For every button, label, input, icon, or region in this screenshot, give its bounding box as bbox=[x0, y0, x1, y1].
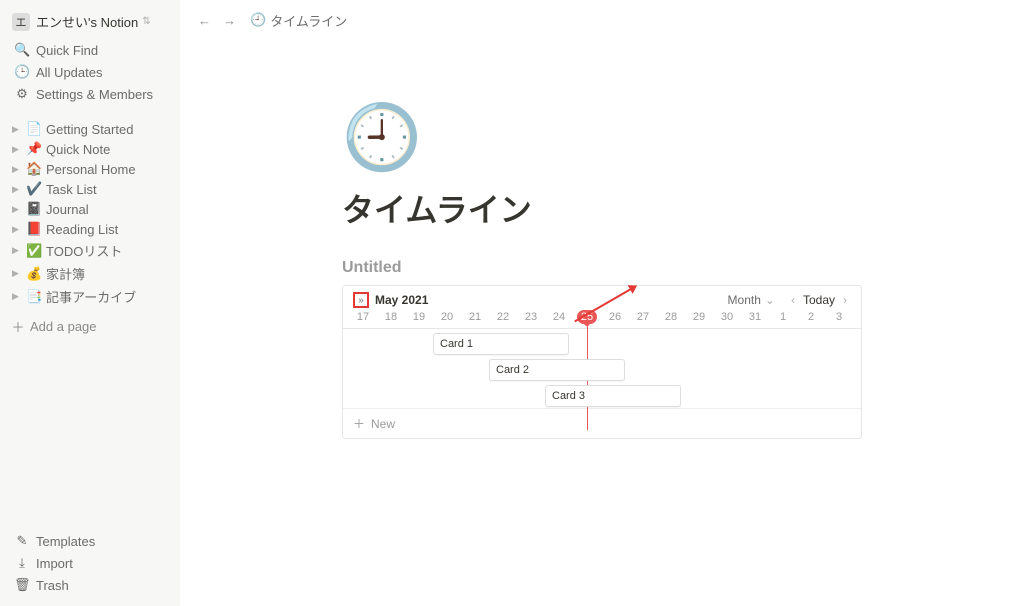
timeline-day: 31 bbox=[741, 310, 769, 324]
timeline-day: 28 bbox=[657, 310, 685, 324]
disclosure-triangle-icon[interactable]: ▶ bbox=[12, 268, 24, 279]
sidebar-page-item[interactable]: ▶🏠 Personal Home bbox=[4, 159, 176, 179]
database-title[interactable]: Untitled bbox=[342, 259, 862, 277]
page-label: Getting Started bbox=[46, 122, 133, 137]
gear-icon: ⚙ bbox=[14, 86, 30, 102]
sidebar-page-item[interactable]: ▶✅TODOリスト bbox=[4, 239, 176, 262]
timeline-card[interactable]: Card 1 bbox=[433, 333, 569, 355]
timeline-day: 26 bbox=[601, 310, 629, 324]
page-label: Quick Note bbox=[46, 142, 110, 157]
timeline-card[interactable]: Card 3 bbox=[545, 385, 681, 407]
sidebar: エ エンせい's Notion ⇅ 🔍 Quick Find 🕒 All Upd… bbox=[0, 0, 180, 606]
timeline-day: 19 bbox=[405, 310, 433, 324]
timeline-day: 17 bbox=[349, 310, 377, 324]
expand-sidebar-button[interactable]: » bbox=[353, 292, 369, 308]
sidebar-page-item[interactable]: ▶💰家計簿 bbox=[4, 262, 176, 285]
main: ← → 🕘 タイムライン 🕘 タイムライン Untitled » May 202… bbox=[180, 0, 1024, 606]
chevron-down-icon: ⌄ bbox=[765, 293, 775, 307]
page-label: Task List bbox=[46, 182, 97, 197]
timeline-prev-button[interactable]: ‹ bbox=[787, 293, 799, 307]
timeline-day: 27 bbox=[629, 310, 657, 324]
page-label: Personal Home bbox=[46, 162, 136, 177]
trash-icon: 🗑 bbox=[14, 577, 30, 593]
sidebar-page-item[interactable]: ▶📂ReadingList bbox=[4, 308, 176, 309]
breadcrumb-title[interactable]: タイムライン bbox=[270, 11, 347, 30]
page-label: TODOリスト bbox=[46, 241, 122, 260]
breadcrumb-icon: 🕘 bbox=[250, 12, 266, 28]
timeline-day: 3 bbox=[825, 310, 853, 324]
settings-members[interactable]: ⚙ Settings & Members bbox=[8, 83, 172, 105]
sidebar-page-item[interactable]: ▶✔️ Task List bbox=[4, 179, 176, 199]
timeline-card[interactable]: Card 2 bbox=[489, 359, 625, 381]
timeline-today-button[interactable]: Today bbox=[799, 293, 839, 307]
page-label: Journal bbox=[46, 202, 89, 217]
disclosure-triangle-icon[interactable]: ▶ bbox=[12, 245, 24, 256]
page-emoji-icon: 📄 bbox=[26, 121, 42, 137]
timeline-day: 30 bbox=[713, 310, 741, 324]
page-emoji-icon: ✔️ bbox=[26, 181, 42, 197]
page-label: 家計簿 bbox=[46, 264, 85, 283]
templates-icon: ✎ bbox=[14, 533, 30, 549]
disclosure-triangle-icon[interactable]: ▶ bbox=[12, 184, 24, 195]
topbar: ← → 🕘 タイムライン bbox=[180, 0, 1024, 40]
timeline-dates-row: 171819202122232425262728293031123 bbox=[343, 310, 861, 329]
quick-find[interactable]: 🔍 Quick Find bbox=[8, 39, 172, 61]
timeline-scale-select[interactable]: Month bbox=[728, 293, 761, 307]
page-emoji-icon: 📌 bbox=[26, 141, 42, 157]
page-emoji-icon: 📑 bbox=[26, 289, 42, 305]
add-page-button[interactable]: ＋ Add a page bbox=[0, 313, 180, 340]
timeline-view: » May 2021 Month ⌄ ‹ Today › 17181920212… bbox=[342, 285, 862, 439]
disclosure-triangle-icon[interactable]: ▶ bbox=[12, 224, 24, 235]
plus-icon: ＋ bbox=[353, 415, 365, 432]
disclosure-triangle-icon[interactable]: ▶ bbox=[12, 291, 24, 302]
templates-button[interactable]: ✎ Templates bbox=[8, 530, 172, 552]
import-button[interactable]: ⤓ Import bbox=[8, 552, 172, 574]
timeline-day: 2 bbox=[797, 310, 825, 324]
page-emoji-icon: 📕 bbox=[26, 221, 42, 237]
page-emoji-icon: 📓 bbox=[26, 201, 42, 217]
disclosure-triangle-icon[interactable]: ▶ bbox=[12, 124, 24, 135]
page-emoji-icon: ✅ bbox=[26, 243, 42, 259]
timeline-day: 24 bbox=[545, 310, 573, 324]
page-label: Reading List bbox=[46, 222, 118, 237]
nav-forward-button[interactable]: → bbox=[217, 11, 242, 30]
workspace-switcher[interactable]: エ エンせい's Notion ⇅ bbox=[0, 8, 180, 39]
clock-icon: 🕒 bbox=[14, 64, 30, 80]
timeline-day: 18 bbox=[377, 310, 405, 324]
disclosure-triangle-icon[interactable]: ▶ bbox=[12, 164, 24, 175]
sidebar-page-item[interactable]: ▶📕 Reading List bbox=[4, 219, 176, 239]
page-title[interactable]: タイムライン bbox=[342, 185, 862, 231]
page-emoji-icon: 🏠 bbox=[26, 161, 42, 177]
disclosure-triangle-icon[interactable]: ▶ bbox=[12, 144, 24, 155]
timeline-day: 22 bbox=[489, 310, 517, 324]
plus-icon: ＋ bbox=[10, 317, 26, 336]
page-label: 記事アーカイブ bbox=[46, 287, 136, 306]
workspace-name: エンせい's Notion bbox=[36, 12, 138, 31]
disclosure-triangle-icon[interactable]: ▶ bbox=[12, 204, 24, 215]
today-marker-dot bbox=[584, 320, 590, 326]
all-updates[interactable]: 🕒 All Updates bbox=[8, 61, 172, 83]
timeline-day: 29 bbox=[685, 310, 713, 324]
timeline-day: 1 bbox=[769, 310, 797, 324]
sidebar-page-item[interactable]: ▶📄 Getting Started bbox=[4, 119, 176, 139]
trash-button[interactable]: 🗑 Trash bbox=[8, 574, 172, 596]
search-icon: 🔍 bbox=[14, 42, 30, 58]
timeline-day: 23 bbox=[517, 310, 545, 324]
download-icon: ⤓ bbox=[14, 555, 30, 571]
updown-icon: ⇅ bbox=[142, 16, 150, 27]
nav-back-button[interactable]: ← bbox=[192, 11, 217, 30]
timeline-month-label: May 2021 bbox=[375, 293, 428, 307]
timeline-new-row[interactable]: ＋ New bbox=[343, 409, 861, 438]
sidebar-page-item[interactable]: ▶📌 Quick Note bbox=[4, 139, 176, 159]
timeline-next-button[interactable]: › bbox=[839, 293, 851, 307]
timeline-day: 21 bbox=[461, 310, 489, 324]
page-icon[interactable]: 🕘 bbox=[342, 100, 862, 175]
pages-list: ▶📄Getting Started▶📌Quick Note▶🏠Personal … bbox=[0, 119, 180, 309]
timeline-day: 20 bbox=[433, 310, 461, 324]
page-emoji-icon: 💰 bbox=[26, 266, 42, 282]
timeline-body[interactable]: Card 1 Card 2 Card 3 bbox=[343, 329, 861, 409]
sidebar-page-item[interactable]: ▶📑記事アーカイブ bbox=[4, 285, 176, 308]
sidebar-page-item[interactable]: ▶📓 Journal bbox=[4, 199, 176, 219]
workspace-icon: エ bbox=[12, 13, 30, 31]
